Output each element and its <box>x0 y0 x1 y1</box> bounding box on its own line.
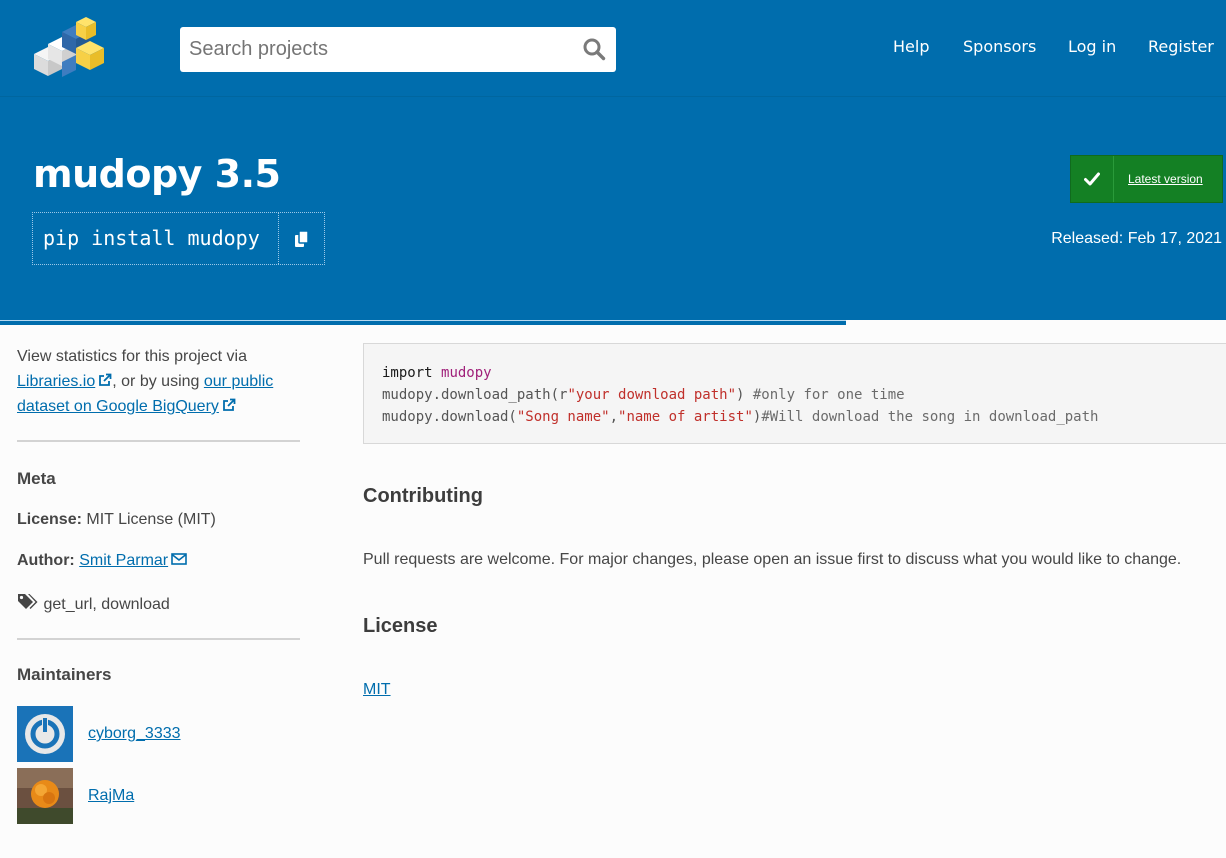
maintainer-item: cyborg_3333 <box>17 705 301 763</box>
maintainer-item: RajMa <box>17 767 301 825</box>
header-links: Help Sponsors Log in Register <box>0 37 1226 61</box>
latest-version-link[interactable]: Latest version <box>1114 172 1203 186</box>
license-value: MIT License (MIT) <box>86 511 216 528</box>
nav-sponsors-link[interactable]: Sponsors <box>963 37 1036 56</box>
code-comment: #only for one time <box>752 387 905 403</box>
maintainers-list: cyborg_3333 RajMa <box>17 705 301 825</box>
package-banner: mudopy 3.5 pip install mudopy Latest ver… <box>0 97 1226 322</box>
avatar[interactable] <box>17 706 73 762</box>
code-keyword: import <box>382 365 433 381</box>
keywords-row: get_url, download <box>17 593 301 614</box>
statistics-text: View statistics for this project via Lib… <box>17 344 301 419</box>
maintainers-heading: Maintainers <box>17 665 112 684</box>
tags-icon <box>18 594 38 609</box>
code-line3-call: mudopy.download( <box>382 409 517 425</box>
code-block: import mudopy mudopy.download_path(r"you… <box>363 343 1226 444</box>
author-name: Smit Parmar <box>79 552 169 569</box>
author-link[interactable]: Smit Parmar <box>79 552 187 569</box>
nav-register-link[interactable]: Register <box>1148 37 1214 56</box>
release-date: Released: Feb 17, 2021 <box>1051 230 1222 247</box>
license-heading: License <box>363 615 438 637</box>
sidebar: View statistics for this project via Lib… <box>17 344 301 829</box>
license-label: License: <box>17 511 82 528</box>
maintainer-link[interactable]: RajMa <box>88 787 134 805</box>
statistics-intro: View statistics for this project via <box>17 348 248 365</box>
external-link-icon <box>223 398 236 411</box>
code-string: "name of artist" <box>618 409 753 425</box>
code-string: "your download path" <box>567 387 737 403</box>
nav-help-link[interactable]: Help <box>893 37 929 56</box>
package-title: mudopy 3.5 <box>33 152 281 196</box>
bigquery-link-part1[interactable]: our public <box>204 373 273 390</box>
code-comma: , <box>609 409 619 425</box>
latest-version-badge[interactable]: Latest version <box>1070 155 1223 203</box>
keywords-value: get_url, download <box>43 596 170 613</box>
top-navigation: Help Sponsors Log in Register <box>0 0 1226 97</box>
copy-button[interactable] <box>279 213 324 264</box>
contributing-heading: Contributing <box>363 485 483 507</box>
libraries-io-label: Libraries.io <box>17 373 96 390</box>
sidebar-divider <box>17 440 300 442</box>
code-line2-close: ) <box>736 387 753 403</box>
avatar[interactable] <box>17 768 73 824</box>
checkmark-icon <box>1071 156 1114 202</box>
code-line2-call: mudopy.download_path(r <box>382 387 568 403</box>
envelope-icon <box>171 553 187 565</box>
libraries-io-link[interactable]: Libraries.io <box>17 373 112 390</box>
author-row: Author: Smit Parmar <box>17 552 301 570</box>
pip-install-box: pip install mudopy <box>32 212 325 265</box>
nav-login-link[interactable]: Log in <box>1068 37 1116 56</box>
meta-heading: Meta <box>17 469 56 488</box>
author-label: Author: <box>17 552 75 569</box>
code-comment: #Will download the song in download_path <box>761 409 1099 425</box>
pip-install-command[interactable]: pip install mudopy <box>33 213 279 264</box>
contributing-text: Pull requests are welcome. For major cha… <box>363 551 1182 568</box>
bigquery-link[interactable]: dataset on Google BigQuery <box>17 398 236 415</box>
sidebar-divider <box>17 638 300 640</box>
bigquery-label: dataset on Google BigQuery <box>17 398 219 415</box>
scroll-progress-bar <box>0 320 846 325</box>
copy-icon <box>294 230 309 247</box>
code-module: mudopy <box>441 365 492 381</box>
license-row: License: MIT License (MIT) <box>17 511 301 529</box>
maintainer-link[interactable]: cyborg_3333 <box>88 725 181 743</box>
scroll-progress-track <box>0 320 1226 328</box>
statistics-middle: , or by using <box>112 373 200 390</box>
external-link-icon <box>99 373 112 386</box>
license-mit-link[interactable]: MIT <box>363 681 391 699</box>
code-string: "Song name" <box>516 409 610 425</box>
